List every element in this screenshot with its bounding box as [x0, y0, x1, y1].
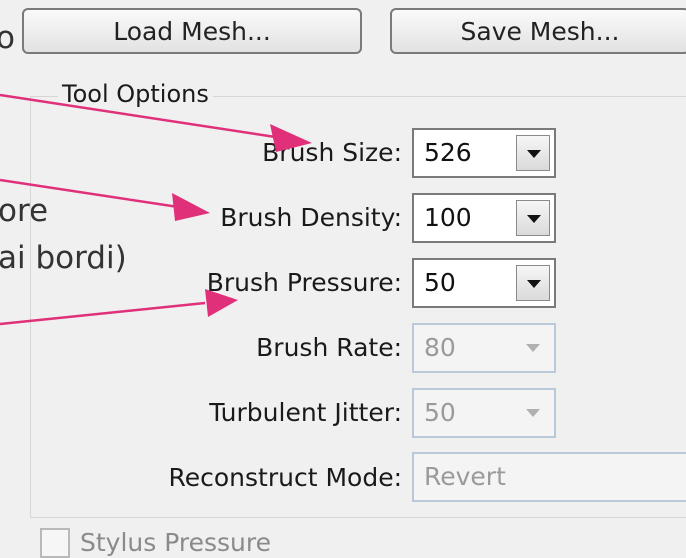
annotation-arrow-icon: [0, 93, 312, 326]
annotation-arrows: [0, 93, 312, 326]
